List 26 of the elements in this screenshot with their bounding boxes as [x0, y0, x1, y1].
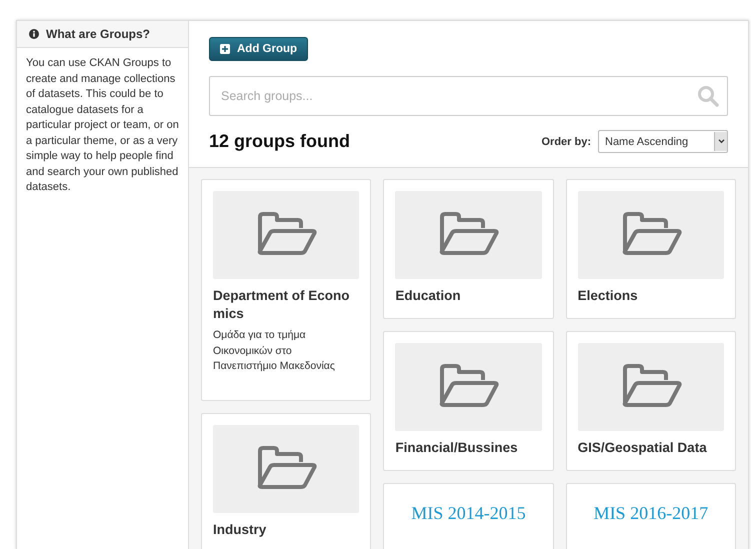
group-description: Ομάδα για το τμήμα Οικονομικών στο Πανεπιστήμιο Μακεδονίας: [213, 328, 336, 374]
group-card[interactable]: GIS/Geospatial Data: [566, 331, 736, 471]
caret-icon: [718, 139, 724, 144]
group-title[interactable]: Financial/Bussines: [395, 439, 542, 457]
search-field[interactable]: Search groups...: [209, 76, 728, 116]
order-by-label: Order by:: [541, 136, 591, 148]
group-card[interactable]: Financial/Bussines: [383, 331, 554, 471]
plus-icon: [220, 44, 230, 54]
add-group-button[interactable]: Add Group: [209, 37, 308, 61]
group-title[interactable]: Industry: [213, 520, 360, 538]
group-title[interactable]: Department of Econo mics: [213, 287, 360, 323]
result-count: 12 groups found: [209, 131, 350, 152]
group-title[interactable]: Education: [395, 287, 542, 305]
group-logo: MIS 2016-2017: [592, 502, 710, 525]
info-icon: [29, 29, 39, 39]
group-card[interactable]: Education: [383, 179, 554, 319]
group-card[interactable]: Industry: [201, 412, 372, 549]
order-by-dropdown[interactable]: Name Ascending: [598, 130, 728, 153]
group-title[interactable]: Elections: [578, 287, 724, 305]
group-logo: MIS 2014-2015: [410, 502, 527, 525]
sidebar-title: What are Groups?: [46, 27, 150, 41]
group-card[interactable]: Department of Econo mics Ομάδα για το τμήμα Οικονομικών στο Πανεπιστήμιο Μακεδονίας: [201, 179, 372, 400]
group-card[interactable]: Elections: [566, 179, 736, 319]
sidebar-description: You can use CKAN Groups to create and manage collections of datasets. This could be to catalogue datasets for a particular project or team, or on a particular theme, or as a very simple way to help people find and search your own published datasets.: [26, 56, 180, 195]
group-title[interactable]: GIS/Geospatial Data: [578, 439, 724, 457]
search-icon: [697, 85, 719, 107]
